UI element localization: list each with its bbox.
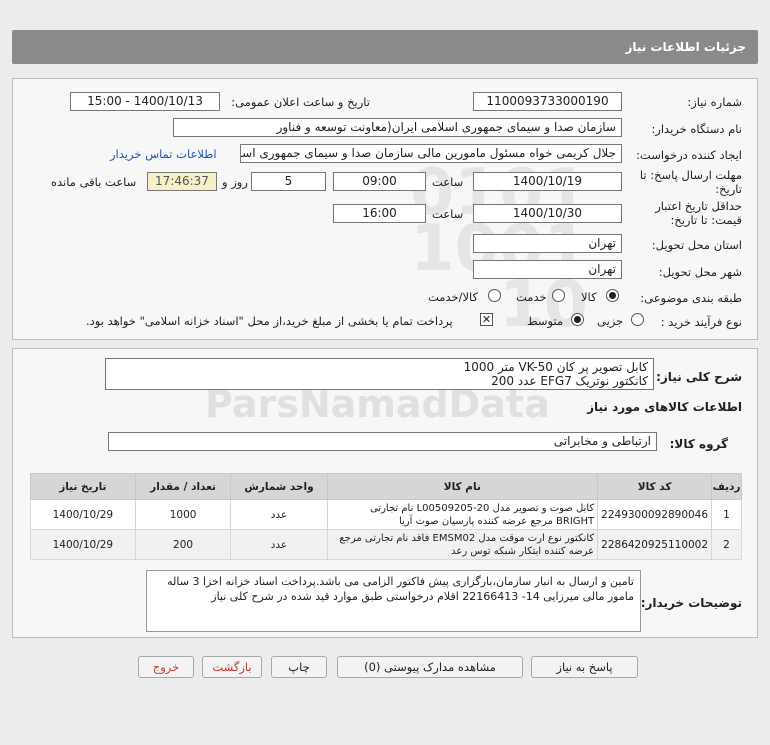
summary-line-1: کابل تصویر پر کان VK-50 متر 1000 <box>463 360 648 374</box>
row-date: 1400/10/29 <box>30 499 136 530</box>
announce-label: تاریخ و ساعت اعلان عمومی: <box>231 95 370 109</box>
category-label: طبقه بندی موضوعی: <box>640 291 742 305</box>
goods-group-field: ارتباطی و مخابراتی <box>108 432 657 451</box>
col-code: کد کالا <box>597 473 713 500</box>
buyer-org-label: نام دستگاه خریدار: <box>651 122 742 136</box>
row-index: 2 <box>711 529 742 560</box>
deadline-time-field: 09:00 <box>333 172 426 191</box>
category-option-goods-service: کالا/خدمت <box>428 290 479 304</box>
validity-time-label: ساعت <box>432 207 464 221</box>
days-label: روز و <box>222 175 248 189</box>
row-name: کابل صوت و تصویر مدل L00509205-20 نام تج… <box>326 499 599 530</box>
col-index: ردیف <box>711 473 742 500</box>
deadline-time-label: ساعت <box>432 175 464 189</box>
page-title: جزئیات اطلاعات نیاز <box>625 40 746 54</box>
table-row[interactable]: 2 2286420925110002 کانکتور نوع ارت موقت … <box>30 529 742 560</box>
col-date: تاریخ نیاز <box>30 473 136 500</box>
creator-field: جلال کریمی خواه مسئول مامورین مالی سازما… <box>240 144 622 163</box>
buyer-contact-link[interactable]: اطلاعات تماس خریدار <box>110 147 217 161</box>
buyer-notes-field: تامین و ارسال به انبار سازمان،بارگزاری پ… <box>146 570 641 632</box>
days-field: 5 <box>251 172 326 191</box>
validity-label-line2: قیمت: تا تاریخ: <box>670 213 742 227</box>
row-index: 1 <box>711 499 742 530</box>
row-qty: 200 <box>134 529 232 560</box>
back-button[interactable]: بازگشت <box>202 656 262 678</box>
row-qty: 1000 <box>134 499 232 530</box>
announce-field: 1400/10/13 - 15:00 <box>70 92 220 111</box>
exit-button[interactable]: خروج <box>138 656 194 678</box>
city-label: شهر محل تحویل: <box>658 265 742 279</box>
summary-label: شرح کلی نیاز: <box>656 370 742 384</box>
attachments-button[interactable]: مشاهده مدارک پیوستی (0) <box>337 656 523 678</box>
payment-note: پرداخت تمام یا بخشی از مبلغ خرید،از محل … <box>86 314 453 328</box>
goods-group-label: گروه کالا: <box>669 437 728 451</box>
category-radio-goods-service[interactable] <box>488 289 501 302</box>
deadline-label-line1: مهلت ارسال پاسخ: تا <box>639 168 742 182</box>
summary-field: کابل تصویر پر کان VK-50 متر 1000 کانکتور… <box>105 358 654 390</box>
process-option-medium: متوسط <box>527 314 564 328</box>
province-label: استان محل تحویل: <box>651 238 742 252</box>
validity-time-field: 16:00 <box>333 204 426 223</box>
reply-button[interactable]: پاسخ به نیاز <box>531 656 638 678</box>
deadline-label-line2: تاریخ: <box>715 182 742 196</box>
process-label: نوع فرآیند خرید : <box>660 315 742 329</box>
treasury-checkbox[interactable]: ✕ <box>480 313 493 326</box>
city-field: تهران <box>473 260 622 279</box>
need-number-label: شماره نیاز: <box>687 95 742 109</box>
summary-line-2: کانکتور نوتریک EFG7 عدد 200 <box>491 374 648 388</box>
deadline-date-field: 1400/10/19 <box>473 172 622 191</box>
category-option-service: خدمت <box>516 290 547 304</box>
goods-table-header: ردیف کد کالا نام کالا واحد شمارش تعداد /… <box>30 473 742 500</box>
row-code: 2286420925110002 <box>597 529 713 560</box>
category-radio-service[interactable] <box>552 289 565 302</box>
process-radio-minor[interactable] <box>631 313 644 326</box>
row-name: کانکتور نوع ارت موقت مدل EMSM02 فاقد نام… <box>326 529 599 560</box>
process-radio-medium[interactable] <box>571 313 584 326</box>
buyer-org-field: سازمان صدا و سیمای جمهوری اسلامی ایران(م… <box>173 118 622 137</box>
process-option-minor: جزیی <box>597 314 624 328</box>
page-header: جزئیات اطلاعات نیاز <box>12 30 758 64</box>
col-qty: تعداد / مقدار <box>134 473 232 500</box>
goods-table: ردیف کد کالا نام کالا واحد شمارش تعداد /… <box>30 473 742 560</box>
row-unit: عدد <box>230 499 328 530</box>
remaining-label: ساعت باقی مانده <box>51 175 137 189</box>
category-radio-goods[interactable] <box>606 289 619 302</box>
buyer-notes-label: توضیحات خریدار: <box>640 596 742 610</box>
need-number-field: 1100093733000190 <box>473 92 622 111</box>
province-field: تهران <box>473 234 622 253</box>
table-row[interactable]: 1 2249300092890046 کابل صوت و تصویر مدل … <box>30 499 742 530</box>
col-unit: واحد شمارش <box>230 473 328 500</box>
category-option-goods: کالا <box>581 290 597 304</box>
goods-section-title: اطلاعات کالاهای مورد نیاز <box>587 400 742 414</box>
row-unit: عدد <box>230 529 328 560</box>
row-code: 2249300092890046 <box>597 499 713 530</box>
creator-label: ایجاد کننده درخواست: <box>636 148 742 162</box>
remaining-time-field: 17:46:37 <box>147 172 217 191</box>
col-name: نام کالا <box>326 473 599 500</box>
validity-label-line1: حداقل تاریخ اعتبار <box>655 199 742 213</box>
row-date: 1400/10/29 <box>30 529 136 560</box>
print-button[interactable]: چاپ <box>271 656 327 678</box>
validity-date-field: 1400/10/30 <box>473 204 622 223</box>
